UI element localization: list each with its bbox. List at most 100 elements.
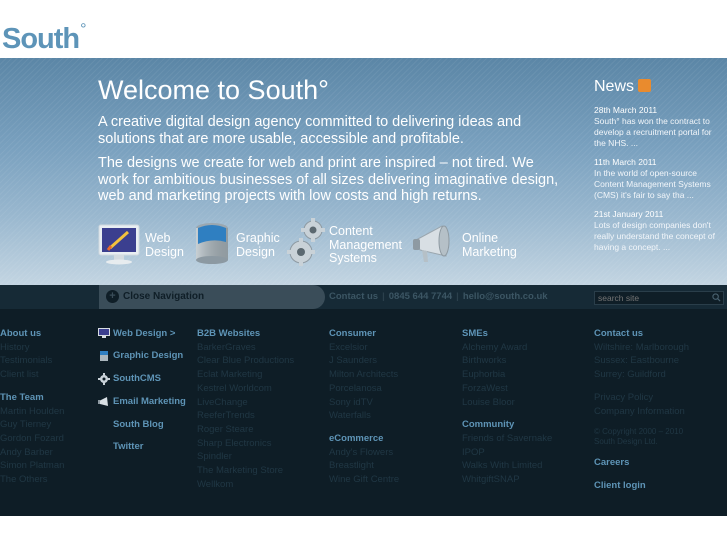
footer-link[interactable]: Alchemy Award <box>462 341 552 355</box>
footer-col-consumer: Consumer Excelsior J Saunders Milton Arc… <box>329 327 399 487</box>
footer-link[interactable]: Testimonials <box>0 354 64 368</box>
service-label: Marketing <box>462 244 517 259</box>
footer-link[interactable]: IPOP <box>462 446 552 460</box>
service-label: Design <box>236 244 275 259</box>
footer-link[interactable]: Company Information <box>594 405 689 419</box>
hero-body: The designs we create for web and print … <box>98 155 559 204</box>
footer-link[interactable]: Excelsior <box>329 341 399 355</box>
service-label: Systems <box>329 251 377 265</box>
service-label: Web <box>145 231 171 245</box>
footer-link[interactable]: Sussex: Eastbourne <box>594 354 689 368</box>
rss-icon[interactable] <box>638 79 652 92</box>
footer-link[interactable]: Eclat Marketing <box>197 368 294 382</box>
footer-link[interactable]: Wellkom <box>197 478 294 492</box>
logo-degree: ° <box>80 21 86 38</box>
search-input[interactable] <box>594 291 724 305</box>
footer-link[interactable]: J Saunders <box>329 354 399 368</box>
monitor-icon <box>98 224 140 265</box>
footer-link[interactable]: ForzaWest <box>462 382 552 396</box>
footer-heading[interactable]: eCommerce <box>329 432 399 446</box>
footer-link[interactable]: WhitgiftSNAP <box>462 473 552 487</box>
careers-link[interactable]: Careers <box>594 456 689 470</box>
logo[interactable]: South° <box>2 12 87 57</box>
news-item[interactable]: 28th March 2011 South° has won the contr… <box>594 105 724 149</box>
footer-heading[interactable]: Community <box>462 418 552 432</box>
footer-link[interactable]: Andy Barber <box>0 446 64 460</box>
plus-icon: + <box>106 290 119 303</box>
footer-link[interactable]: Louise Bloor <box>462 396 552 410</box>
footer-link[interactable]: Milton Architects <box>329 368 399 382</box>
footer-heading[interactable]: The Team <box>0 391 64 405</box>
welcome-section: Welcome to South° A creative digital des… <box>98 73 568 205</box>
news-title-text: News <box>594 78 635 95</box>
footer-link[interactable]: Andy's Flowers <box>329 446 399 460</box>
footer-link[interactable]: Gordon Fozard <box>0 432 64 446</box>
footer-link[interactable]: Walks With Limited <box>462 459 552 473</box>
copyright-text: © Copyright 2000 – 2010 <box>594 427 684 437</box>
footer-link[interactable]: Clear Blue Productions <box>197 354 294 368</box>
paint-can-icon <box>196 223 228 264</box>
footer-link[interactable]: History <box>0 341 64 355</box>
footer-heading[interactable]: About us <box>0 327 64 341</box>
footer-link[interactable]: Euphorbia <box>462 368 552 382</box>
news-item[interactable]: 11th March 2011 In the world of open-sou… <box>594 157 724 201</box>
service-label: Design <box>145 244 184 259</box>
email-link[interactable]: hello@south.co.uk <box>463 291 548 302</box>
footer-heading[interactable]: B2B Websites <box>197 327 294 341</box>
divider: | <box>456 291 459 302</box>
footer-link[interactable]: Spindler <box>197 450 294 464</box>
news-excerpt: In the world of open-source Content Mana… <box>594 168 711 200</box>
search-icon[interactable] <box>712 293 721 302</box>
service-graphic-design[interactable]: Graphic Design <box>194 220 284 268</box>
footer-link[interactable]: Client list <box>0 368 64 382</box>
service-online-marketing[interactable]: Online Marketing <box>412 220 522 268</box>
footer-link[interactable]: Roger Steare <box>197 423 294 437</box>
news-date: 28th March 2011 <box>594 105 658 115</box>
footer-link[interactable]: Birthworks <box>462 354 552 368</box>
footer-link[interactable]: Martin Houlden <box>0 405 64 419</box>
footer-heading[interactable]: Consumer <box>329 327 399 341</box>
footer-link[interactable]: Friends of Savernake <box>462 432 552 446</box>
paint-can-icon <box>100 351 108 361</box>
phone-number: 0845 644 7744 <box>388 291 453 302</box>
news-item[interactable]: 21st January 2011 Lots of design compani… <box>594 209 724 253</box>
service-label: Content <box>329 224 373 238</box>
service-web-design[interactable]: Web Design <box>98 220 188 268</box>
contact-us-link[interactable]: Contact us <box>329 291 378 302</box>
footer-col-b2b: B2B Websites BarkerGraves Clear Blue Pro… <box>197 327 294 491</box>
footer-link[interactable]: Wiltshire: Marlborough <box>594 341 689 355</box>
footer-link[interactable]: ReeferTrends <box>197 409 294 423</box>
close-navigation-button[interactable]: + Close Navigation <box>99 285 325 309</box>
footer-service-label: Twitter <box>113 441 144 452</box>
footer-col-about: About us History Testimonials Client lis… <box>0 327 64 487</box>
footer-heading[interactable]: Contact us <box>594 327 689 341</box>
header: South° <box>0 0 727 58</box>
footer-link[interactable]: Breastlight <box>329 459 399 473</box>
footer-link[interactable]: Simon Platman <box>0 459 64 473</box>
close-navigation-label: Close Navigation <box>123 291 205 302</box>
footer-link[interactable]: Wine Gift Centre <box>329 473 399 487</box>
footer-link[interactable]: Guy Tierney <box>0 418 64 432</box>
page-title: Welcome to South° <box>98 75 329 105</box>
footer-link[interactable]: Kestrel Worldcom <box>197 382 294 396</box>
footer-link[interactable]: LiveChange <box>197 396 294 410</box>
footer-link[interactable]: Waterfalls <box>329 409 399 423</box>
logo-text: South <box>2 23 80 55</box>
footer-link[interactable]: BarkerGraves <box>197 341 294 355</box>
footer-link[interactable]: The Others <box>0 473 64 487</box>
news-excerpt: South° has won the contract to develop a… <box>594 116 712 148</box>
footer-heading[interactable]: SMEs <box>462 327 552 341</box>
footer-link[interactable]: The Marketing Store <box>197 464 294 478</box>
news-heading[interactable]: News <box>594 77 724 97</box>
contact-strip: Contact us | 0845 644 7744 | hello@south.co.… <box>329 285 548 309</box>
footer-link[interactable]: Porcelanosa <box>329 382 399 396</box>
footer-link[interactable]: Sharp Electronics <box>197 437 294 451</box>
page: South° Welcome to South° A creative digi… <box>0 0 727 545</box>
footer-link[interactable]: Privacy Policy <box>594 391 689 405</box>
footer-link[interactable]: Surrey: Guildford <box>594 368 689 382</box>
monitor-icon <box>98 328 110 338</box>
footer-col-smes: SMEs Alchemy Award Birthworks Euphorbia … <box>462 327 552 487</box>
service-cms[interactable]: Content Management Systems <box>287 218 402 266</box>
footer-link[interactable]: Sony idTV <box>329 396 399 410</box>
client-login-link[interactable]: Client login <box>594 479 689 493</box>
